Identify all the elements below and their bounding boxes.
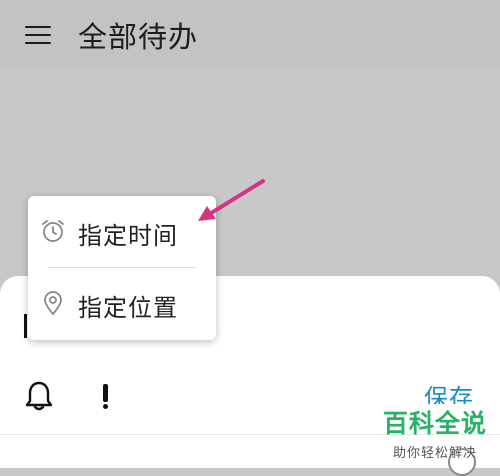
watermark: 百科全说 助你轻松解决 — [374, 404, 496, 461]
bell-icon — [25, 381, 53, 411]
menu-item-specify-location[interactable]: 指定位置 — [28, 276, 216, 332]
menu-divider — [48, 267, 196, 268]
reminder-button[interactable] — [24, 380, 54, 412]
menu-item-label: 指定时间 — [78, 222, 178, 250]
page-title: 全部待办 — [78, 20, 199, 54]
app-header: 全部待办 — [0, 0, 500, 68]
menu-item-label: 指定位置 — [78, 294, 178, 322]
reminder-popup-menu: 指定时间 指定位置 — [28, 196, 216, 340]
menu-item-specify-time[interactable]: 指定时间 — [28, 204, 216, 260]
watermark-subtitle: 助你轻松解决 — [392, 446, 477, 461]
watermark-title: 百科全说 — [382, 409, 487, 438]
save-button[interactable]: 保存 — [424, 378, 474, 404]
alarm-clock-icon — [42, 220, 64, 242]
annotation-arrow-icon — [198, 179, 265, 221]
text-cursor — [24, 314, 27, 338]
location-pin-icon — [44, 291, 62, 315]
priority-button[interactable] — [98, 380, 114, 412]
hamburger-menu-icon[interactable] — [25, 24, 53, 46]
